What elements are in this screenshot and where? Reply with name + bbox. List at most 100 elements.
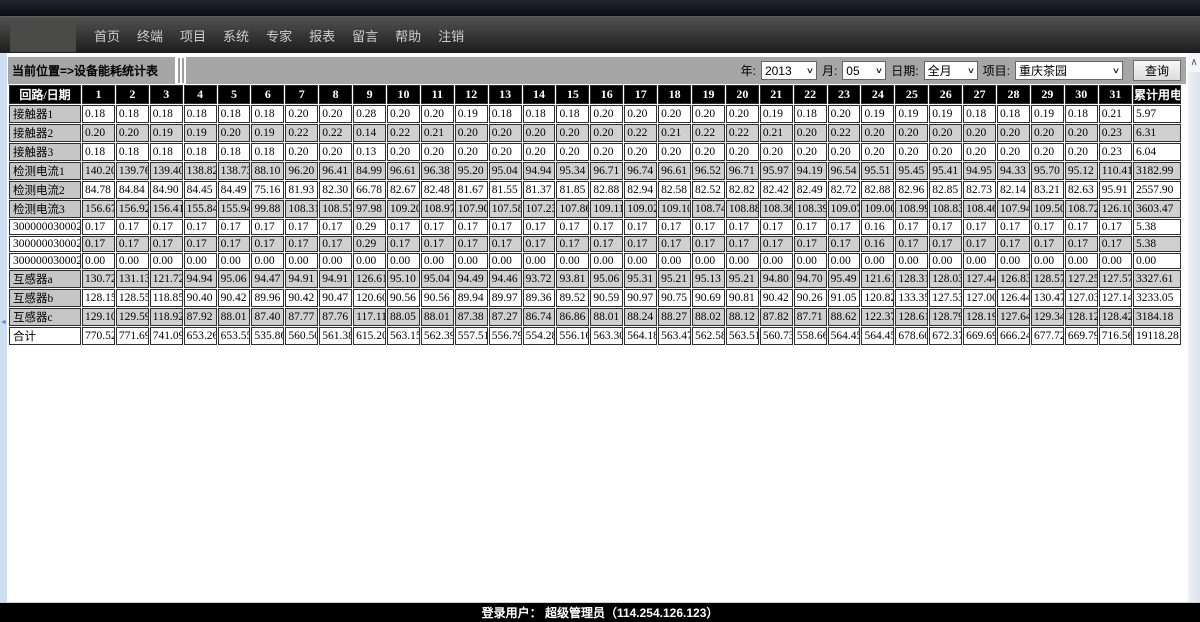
day-column-header: 7 [285,85,318,104]
table-cell: 0.18 [1065,105,1098,123]
table-cell: 96.71 [590,162,623,180]
table-cell: 107.23 [523,200,556,218]
table-cell: 0.19 [251,124,284,142]
table-cell: 0.17 [1031,219,1064,235]
scroll-up-arrow-icon[interactable]: ∧ [1188,53,1200,72]
total-cell: 3182.99 [1133,162,1181,180]
table-row: 300000030002a0.170.170.170.170.170.170.1… [9,219,1181,235]
table-cell: 0.20 [828,143,861,161]
table-cell: 0.18 [116,143,149,161]
table-cell: 127.53 [929,289,962,307]
query-button[interactable]: 查询 [1133,60,1181,81]
table-cell: 0.17 [489,236,522,252]
table-row: 检测电流3156.67156.92156.41155.84155.9499.88… [9,200,1181,218]
table-cell: 82.72 [828,181,861,199]
table-cell: 0.18 [218,143,251,161]
table-cell: 562.58 [692,327,725,345]
month-select[interactable]: 05 ∨ [842,61,886,80]
table-cell: 94.49 [455,270,488,288]
table-cell: 0.17 [692,219,725,235]
table-cell: 0.20 [489,143,522,161]
day-column-header: 18 [658,85,691,104]
table-cell: 0.17 [692,236,725,252]
project-select[interactable]: 重庆茶园 ∨ [1015,61,1123,80]
table-cell: 88.10 [251,162,284,180]
table-cell: 0.20 [116,124,149,142]
table-cell: 121.61 [861,270,894,288]
table-cell: 563.47 [658,327,691,345]
nav-item-system[interactable]: 系统 [223,26,249,45]
table-cell: 0.22 [828,124,861,142]
table-cell: 0.17 [997,219,1030,235]
table-cell: 107.58 [489,200,522,218]
nav-item-home[interactable]: 首页 [94,26,120,45]
table-cell: 0.17 [1031,236,1064,252]
table-cell: 0.17 [116,219,149,235]
table-cell: 110.41 [1099,162,1132,180]
table-cell: 118.85 [150,289,183,307]
table-cell: 84.84 [116,181,149,199]
table-cell: 0.19 [760,105,793,123]
nav-item-expert[interactable]: 专家 [266,26,292,45]
table-cell: 0.18 [251,143,284,161]
table-cell: 0.21 [760,124,793,142]
nav-item-logout[interactable]: 注销 [438,26,464,45]
table-cell: 82.96 [895,181,928,199]
table-cell: 128.31 [895,270,928,288]
table-cell: 108.46 [963,200,996,218]
table-cell: 109.07 [828,200,861,218]
table-cell: 0.00 [929,253,962,269]
table-cell: 0.29 [353,236,386,252]
table-cell: 90.40 [184,289,217,307]
table-cell: 0.17 [658,236,691,252]
table-cell: 0.21 [421,124,454,142]
day-column-header: 15 [556,85,589,104]
table-cell: 0.16 [861,219,894,235]
table-cell: 0.00 [251,253,284,269]
day-column-header: 16 [590,85,623,104]
nav-item-project[interactable]: 项目 [180,26,206,45]
total-cell: 5.38 [1133,236,1181,252]
table-cell: 0.20 [556,143,589,161]
date-select[interactable]: 全月 ∨ [924,61,978,80]
table-cell: 0.20 [895,143,928,161]
table-cell: 0.20 [624,143,657,161]
month-select-value: 05 [846,64,859,78]
nav-item-help[interactable]: 帮助 [395,26,421,45]
vertical-scrollbar[interactable]: ∧ [1187,53,1200,602]
total-column-header: 累计用电 [1133,85,1181,104]
table-cell: 669.79 [1065,327,1098,345]
table-cell: 0.00 [997,253,1030,269]
table-cell: 0.14 [353,124,386,142]
day-column-header: 26 [929,85,962,104]
table-cell: 84.49 [218,181,251,199]
table-row: 互感器a130.72131.13121.7294.9495.0694.4794.… [9,270,1181,288]
nav-item-terminal[interactable]: 终端 [137,26,163,45]
table-cell: 94.95 [963,162,996,180]
day-column-header: 21 [760,85,793,104]
panel-collapse-handle[interactable]: ◄ [0,315,7,331]
table-cell: 95.45 [895,162,928,180]
table-cell: 84.99 [353,162,386,180]
table-cell: 0.17 [421,219,454,235]
table-cell: 0.00 [1065,253,1098,269]
year-select[interactable]: 2013 ∨ [761,61,817,80]
table-cell: 0.20 [590,124,623,142]
table-cell: 96.74 [624,162,657,180]
table-cell: 95.13 [692,270,725,288]
table-cell: 131.13 [116,270,149,288]
table-cell: 0.00 [184,253,217,269]
table-cell: 560.73 [760,327,793,345]
table-cell: 108.88 [726,200,759,218]
table-cell: 95.20 [455,162,488,180]
day-column-header: 3 [150,85,183,104]
table-cell: 120.82 [861,289,894,307]
table-cell: 88.01 [421,308,454,326]
table-cell: 0.17 [726,236,759,252]
toolbar-splitter[interactable] [175,57,186,84]
table-cell: 0.18 [251,105,284,123]
table-cell: 0.18 [489,105,522,123]
nav-item-message[interactable]: 留言 [352,26,378,45]
table-cell: 0.18 [82,143,115,161]
nav-item-report[interactable]: 报表 [309,26,335,45]
